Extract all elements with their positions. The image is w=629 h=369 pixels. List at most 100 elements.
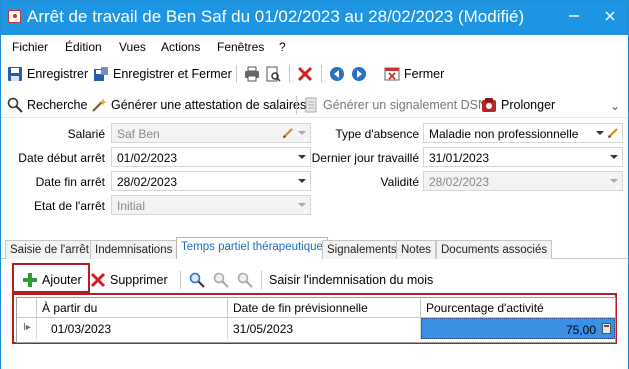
date-debut-field[interactable]: 01/02/2023 [111,147,311,167]
magic-wand-icon [92,98,107,112]
menu-vues[interactable]: Vues [119,40,146,54]
chevron-down-icon [610,155,618,159]
row-indicator-icon[interactable]: I▸ [17,318,37,339]
type-absence-field[interactable]: Maladie non professionnelle [423,123,623,143]
zoom-button[interactable] [189,270,209,290]
chevron-down-icon [298,203,306,207]
delete-row-label: Supprimer [110,273,168,287]
previous-button[interactable] [329,64,349,84]
salarie-field[interactable]: Saf Ben [111,123,311,143]
tab-signalements[interactable]: Signalements [322,240,402,260]
print-preview-button[interactable] [265,64,285,84]
tab-notes[interactable]: Notes [396,240,437,260]
window-title: Arrêt de travail de Ben Saf du 01/02/202… [27,7,525,26]
title-bar: Arrêt de travail de Ben Saf du 01/02/202… [1,1,628,35]
arrow-right-circle-icon [352,67,366,81]
save-and-close-button[interactable]: Enregistrer et Fermer [93,64,232,84]
app-icon [8,10,21,23]
close-label: Fermer [404,67,445,81]
toolbar-separator [261,271,262,289]
magnifier-prev-icon [213,272,229,288]
grid-header-corner [17,298,37,318]
toolbar-separator [236,65,237,83]
document-icon [305,97,317,113]
dsn-label: Générer un signalement DSN [323,98,487,112]
search-button[interactable]: Recherche [7,95,87,115]
main-toolbar: Enregistrer Enregistrer et Fermer Fermer [1,61,628,87]
magnifier-next-icon [237,272,253,288]
date-fin-label: Date fin arrêt [35,175,105,189]
tab-documents[interactable]: Documents associés [436,240,553,260]
save-button[interactable]: Enregistrer [7,64,88,84]
chevron-down-icon [610,179,618,183]
print-button[interactable] [244,64,264,84]
arrow-left-circle-icon [330,67,344,81]
floppy-disk-icon [8,67,22,81]
grid-header-start[interactable]: À partir du [37,298,228,318]
save-label: Enregistrer [27,67,89,81]
zoom-prev-button[interactable] [213,270,233,290]
minimize-icon [569,15,579,17]
plus-icon [23,273,37,287]
add-button[interactable]: Ajouter [22,270,82,290]
pencil-icon[interactable] [607,127,619,139]
search-label: Recherche [27,98,88,112]
close-icon [605,11,615,21]
menu-edition[interactable]: Édition [65,40,102,54]
toolbar-separator [289,65,290,83]
menu-fenetres[interactable]: Fenêtres [217,40,264,54]
add-label: Ajouter [42,273,82,287]
menu-fichier[interactable]: Fichier [12,40,48,54]
cell-end[interactable]: 31/05/2023 [228,318,421,339]
action-toolbar: Recherche Générer une attestation de sal… [1,92,628,118]
calculator-icon[interactable] [602,323,611,334]
type-absence-value: Maladie non professionnelle [429,127,579,141]
cell-start[interactable]: 01/03/2023 [37,318,228,339]
grid-header-end[interactable]: Date de fin prévisionnelle [228,298,421,318]
grid-header-pct[interactable]: Pourcentage d'activité [421,298,615,318]
tab-indemnisations[interactable]: Indemnisations [90,240,178,260]
data-grid[interactable]: À partir du Date de fin prévisionnelle P… [16,297,616,343]
search-icon [7,97,23,113]
etat-field[interactable]: Initial [111,195,311,215]
type-absence-label: Type d'absence [335,127,419,141]
toolbar-separator [321,65,322,83]
generate-salary-certificate-button[interactable]: Générer une attestation de salaires [91,95,306,115]
toolbar-separator [296,96,297,114]
delete-row-button[interactable]: Supprimer [90,270,168,290]
application-window: Arrêt de travail de Ben Saf du 01/02/202… [0,0,629,369]
cell-pct[interactable]: 75,00 [421,318,615,339]
minimize-button[interactable] [565,7,583,25]
generate-dsn-button[interactable]: Générer un signalement DSN [303,95,487,115]
printer-icon [245,66,259,82]
salary-certificate-label: Générer une attestation de salaires [111,98,307,112]
chevron-down-icon[interactable]: ⌄ [610,96,620,116]
pencil-icon[interactable] [282,127,294,139]
etat-value: Initial [117,199,146,213]
extend-button[interactable]: Prolonger [481,95,555,115]
validite-field[interactable]: 28/02/2023 [423,171,623,191]
next-button[interactable] [351,64,371,84]
saisir-indemnisation-button[interactable]: Saisir l'indemnisation du mois [269,270,433,290]
close-button[interactable]: Fermer [384,64,444,84]
chevron-down-icon [596,131,604,135]
red-x-icon [90,272,106,288]
zoom-next-button[interactable] [237,270,257,290]
validite-label: Validité [380,175,419,189]
tab-saisie[interactable]: Saisie de l'arrêt [5,240,94,260]
etat-label: Etat de l'arrêt [34,199,105,213]
delete-button[interactable] [297,64,317,84]
toolbar-separator [180,271,181,289]
print-preview-icon [266,66,281,82]
date-fin-field[interactable]: 28/02/2023 [111,171,311,191]
extend-icon [482,98,496,112]
menu-bar: Fichier Édition Vues Actions Fenêtres ? [1,36,628,58]
dernier-jour-field[interactable]: 31/01/2023 [423,147,623,167]
menu-actions[interactable]: Actions [161,40,200,54]
close-window-button[interactable] [601,7,619,25]
tab-temps-partiel[interactable]: Temps partiel thérapeutique [176,237,328,260]
dernier-jour-label: Dernier jour travaillé [311,151,419,165]
salarie-value: Saf Ben [117,127,160,141]
menu-help[interactable]: ? [279,40,286,54]
extend-label: Prolonger [501,98,556,112]
